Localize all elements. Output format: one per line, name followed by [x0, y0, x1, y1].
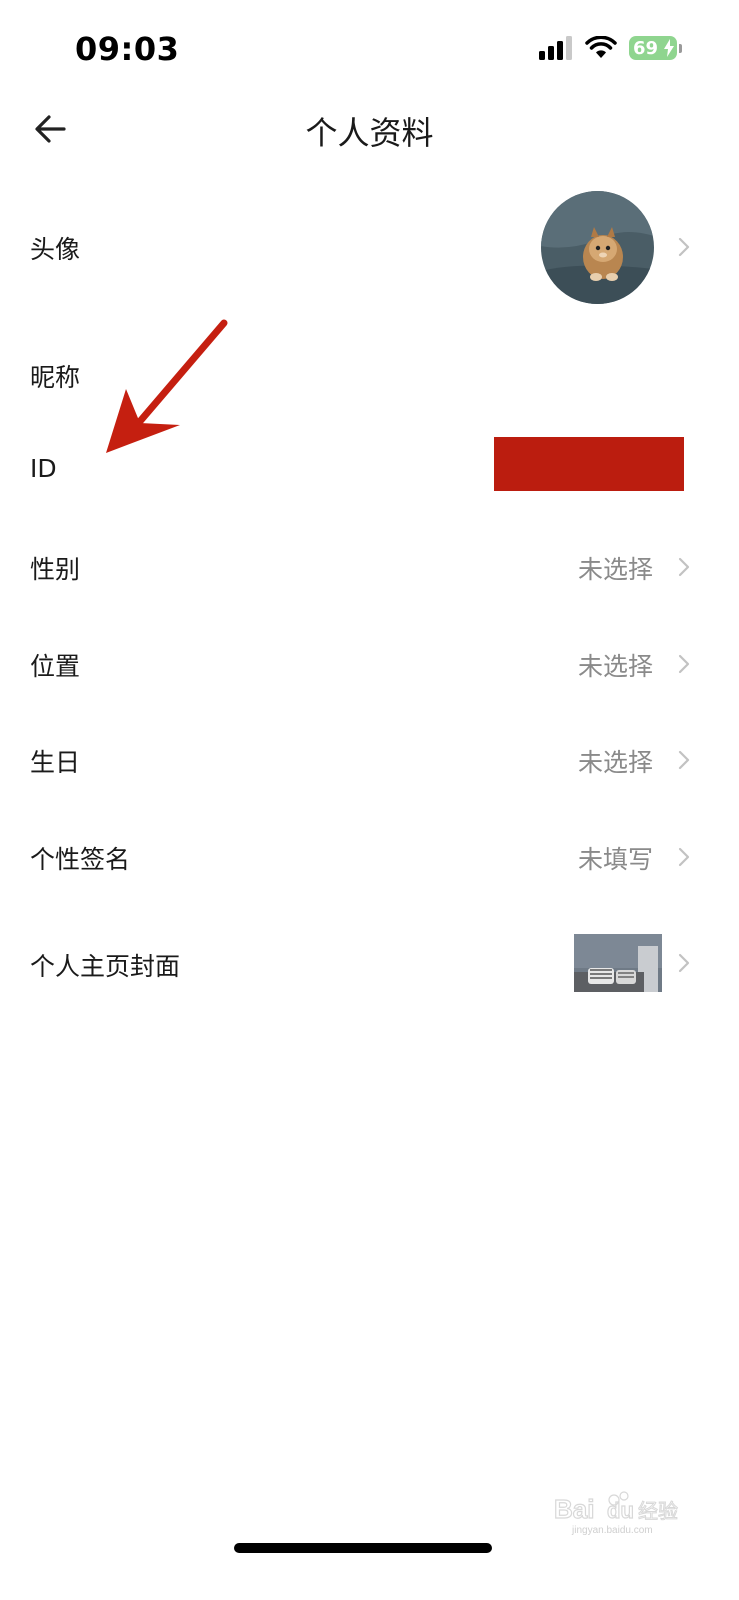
- page-title: 个人资料: [305, 114, 434, 152]
- status-time: 09:03: [75, 30, 180, 68]
- row-label-location: 位置: [30, 652, 81, 681]
- row-birthday[interactable]: 生日 未选择: [0, 725, 739, 795]
- chevron-right-icon: [678, 750, 690, 770]
- row-value-birthday: 未选择: [577, 748, 653, 777]
- svg-text:Bai: Bai: [554, 1494, 594, 1524]
- row-value-signature: 未填写: [577, 845, 653, 874]
- id-redaction-block: [494, 437, 684, 491]
- home-indicator[interactable]: [234, 1543, 492, 1553]
- row-label-id: ID: [30, 454, 57, 483]
- profile-screen: 09:03 69 个人资料 头像 昵称 ID 性别 未选择 位置 未选择 生日 …: [0, 0, 739, 1600]
- row-nickname[interactable]: 昵称: [0, 340, 739, 410]
- row-gender[interactable]: 性别 未选择: [0, 532, 739, 602]
- cover-image[interactable]: [574, 934, 662, 992]
- chevron-right-icon: [678, 654, 690, 674]
- chevron-right-icon: [678, 557, 690, 577]
- row-label-avatar: 头像: [30, 235, 81, 264]
- row-value-location: 未选择: [577, 652, 653, 681]
- svg-text:du: du: [607, 1498, 634, 1523]
- row-label-gender: 性别: [30, 555, 81, 584]
- signal-icon: [539, 36, 572, 60]
- row-label-nickname: 昵称: [30, 363, 81, 392]
- svg-text:jingyan.baidu.com: jingyan.baidu.com: [571, 1525, 653, 1536]
- avatar-image[interactable]: [541, 191, 654, 304]
- wifi-icon: [585, 36, 617, 58]
- chevron-right-icon: [678, 237, 690, 257]
- baidu-jingyan-watermark: Bai du 经验 jingyan.baidu.com: [552, 1486, 687, 1536]
- charging-bolt-icon: [664, 39, 674, 57]
- chevron-right-icon: [678, 847, 690, 867]
- row-label-signature: 个性签名: [30, 845, 131, 874]
- row-signature[interactable]: 个性签名 未填写: [0, 822, 739, 892]
- row-location[interactable]: 位置 未选择: [0, 629, 739, 699]
- battery-cap: [679, 44, 682, 53]
- row-value-gender: 未选择: [577, 555, 653, 584]
- status-icons: 69: [539, 34, 682, 62]
- row-label-cover: 个人主页封面: [30, 952, 181, 981]
- battery-icon: 69: [629, 36, 682, 60]
- svg-text:经验: 经验: [638, 1499, 678, 1523]
- row-label-birthday: 生日: [30, 748, 81, 777]
- chevron-right-icon: [678, 953, 690, 973]
- battery-level: 69: [633, 37, 659, 59]
